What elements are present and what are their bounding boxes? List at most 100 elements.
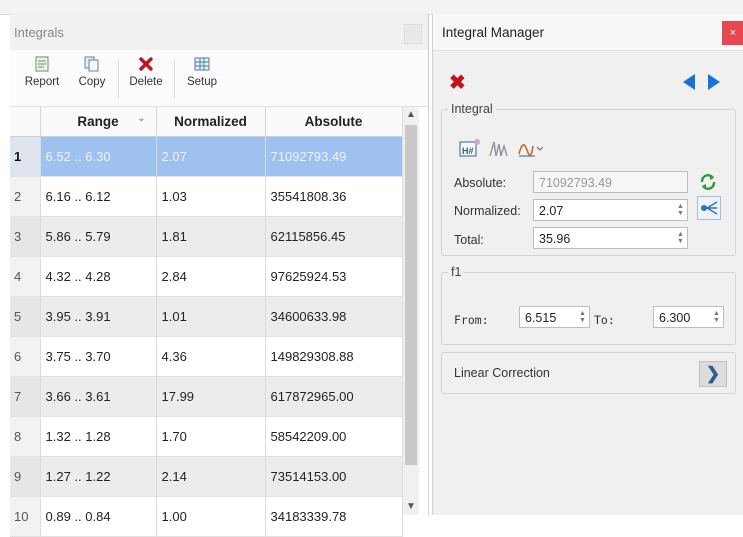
absolute-cell[interactable]: 71092793.49 [265, 136, 403, 177]
chevron-right-icon[interactable]: ❯ [699, 361, 727, 387]
normalized-column-header[interactable]: Normalized [156, 107, 266, 137]
row-index: 2 [10, 176, 41, 217]
absolute-cell[interactable]: 58542209.00 [265, 416, 403, 457]
normalized-cell[interactable]: 2.07 [156, 136, 266, 177]
row-index: 8 [10, 416, 41, 457]
table-row[interactable]: 9 1.27 .. 1.22 2.14 73514153.00 [10, 456, 403, 497]
from-label: From: [454, 313, 489, 327]
absolute-cell[interactable]: 97625924.53 [265, 256, 403, 297]
toolbar-divider [174, 60, 175, 98]
manager-title: Integral Manager [442, 25, 545, 40]
table-row[interactable]: 3 5.86 .. 5.79 1.81 62115856.45 [10, 216, 403, 257]
spinner-arrows-icon[interactable]: ▲ ▼ [712, 310, 721, 324]
table-row[interactable]: 8 1.32 .. 1.28 1.70 58542209.00 [10, 416, 403, 457]
table-row[interactable]: 5 3.95 .. 3.91 1.01 34600633.98 [10, 296, 403, 337]
normalized-cell[interactable]: 1.81 [156, 216, 266, 257]
normalized-cell[interactable]: 17.99 [156, 376, 266, 417]
delete-integral-icon[interactable]: ✖ [449, 70, 466, 95]
previous-integral-icon[interactable] [683, 74, 695, 90]
manager-close-button[interactable]: × [722, 21, 743, 45]
normalized-cell[interactable]: 1.00 [156, 496, 266, 537]
normalized-cell[interactable]: 2.14 [156, 456, 266, 497]
integrals-panel: Integrals Report Copy Delete Setup Range… [10, 14, 429, 537]
table-row[interactable]: 10 0.89 .. 0.84 1.00 34183339.78 [10, 496, 403, 537]
range-cell[interactable]: 1.32 .. 1.28 [40, 416, 157, 457]
total-field[interactable]: 35.96 ▲ ▼ [533, 227, 688, 249]
integral-peaks-icon[interactable] [488, 138, 510, 158]
report-button[interactable]: Report [20, 56, 64, 88]
range-cell[interactable]: 1.27 .. 1.22 [40, 456, 157, 497]
pick-icon[interactable] [697, 196, 721, 220]
spinner-arrows-icon[interactable]: ▲ ▼ [578, 310, 587, 324]
table-scrollbar[interactable]: ▲ ▼ [402, 107, 419, 515]
to-value: 6.300 [659, 311, 691, 325]
normalized-cell[interactable]: 2.84 [156, 256, 266, 297]
integrals-close-button[interactable] [404, 24, 422, 44]
svg-text:H#: H# [462, 146, 474, 156]
spinner-arrows-icon[interactable]: ▲ ▼ [676, 203, 685, 217]
scroll-up-icon[interactable]: ▲ [403, 107, 419, 123]
row-index: 10 [10, 496, 41, 537]
absolute-cell[interactable]: 73514153.00 [265, 456, 403, 497]
copy-button[interactable]: Copy [72, 56, 112, 88]
table-row[interactable]: 6 3.75 .. 3.70 4.36 149829308.88 [10, 336, 403, 377]
setup-button[interactable]: Setup [182, 56, 222, 88]
normalized-cell[interactable]: 1.03 [156, 176, 266, 217]
delete-icon [139, 57, 153, 71]
integral-manager-panel: Integral Manager × ✖ Integral H# Absolut… [432, 14, 743, 515]
absolute-cell[interactable]: 35541808.36 [265, 176, 403, 217]
integral-group-legend: Integral [451, 102, 493, 116]
integral-curve-icon[interactable] [517, 136, 543, 158]
range-cell[interactable]: 6.52 .. 6.30 [40, 136, 157, 177]
sort-chevron-icon[interactable]: ⌄ [137, 113, 145, 124]
row-index: 1 [10, 136, 41, 177]
absolute-field[interactable]: 71092793.49 [533, 171, 688, 193]
range-cell[interactable]: 3.66 .. 3.61 [40, 376, 157, 417]
row-index: 7 [10, 376, 41, 417]
range-cell[interactable]: 3.95 .. 3.91 [40, 296, 157, 337]
scroll-down-icon[interactable]: ▼ [403, 499, 419, 515]
range-cell[interactable]: 3.75 .. 3.70 [40, 336, 157, 377]
from-value: 6.515 [525, 311, 557, 325]
normalized-cell[interactable]: 4.36 [156, 336, 266, 377]
from-field[interactable]: 6.515 ▲ ▼ [519, 306, 590, 328]
delete-button[interactable]: Delete [124, 56, 168, 88]
row-index: 6 [10, 336, 41, 377]
range-column-header[interactable]: Range ⌄ [40, 107, 157, 137]
normalized-field[interactable]: 2.07 ▲ ▼ [533, 199, 688, 221]
table-row[interactable]: 2 6.16 .. 6.12 1.03 35541808.36 [10, 176, 403, 217]
absolute-column-header[interactable]: Absolute [265, 107, 403, 137]
integrals-toolbar: Report Copy Delete Setup [10, 50, 428, 107]
table-row[interactable]: 7 3.66 .. 3.61 17.99 617872965.00 [10, 376, 403, 417]
to-label: To: [594, 313, 615, 327]
next-integral-icon[interactable] [708, 74, 720, 90]
range-cell[interactable]: 4.32 .. 4.28 [40, 256, 157, 297]
normalized-cell[interactable]: 1.70 [156, 416, 266, 457]
scroll-thumb[interactable] [405, 125, 417, 465]
setup-label: Setup [186, 76, 218, 88]
report-label: Report [24, 76, 60, 88]
f1-group-legend: f1 [451, 265, 462, 279]
range-cell[interactable]: 6.16 .. 6.12 [40, 176, 157, 217]
absolute-cell[interactable]: 62115856.45 [265, 216, 403, 257]
absolute-cell[interactable]: 149829308.88 [265, 336, 403, 377]
copy-label: Copy [78, 76, 106, 88]
normalized-value: 2.07 [539, 204, 564, 218]
normalized-label: Normalized: [454, 204, 521, 218]
toolbar-divider [118, 60, 119, 98]
absolute-cell[interactable]: 34183339.78 [265, 496, 403, 537]
table-row[interactable]: 1 6.52 .. 6.30 2.07 71092793.49 [10, 136, 403, 177]
absolute-cell[interactable]: 34600633.98 [265, 296, 403, 337]
range-cell[interactable]: 0.89 .. 0.84 [40, 496, 157, 537]
spinner-arrows-icon[interactable]: ▲ ▼ [676, 231, 685, 245]
range-cell[interactable]: 5.86 .. 5.79 [40, 216, 157, 257]
linear-correction-row[interactable]: Linear Correction ❯ [441, 352, 736, 394]
integral-table-icon[interactable]: H# [459, 138, 481, 158]
to-field[interactable]: 6.300 ▲ ▼ [653, 306, 724, 328]
table-row[interactable]: 4 4.32 .. 4.28 2.84 97625924.53 [10, 256, 403, 297]
setup-icon [194, 57, 210, 71]
linear-correction-label: Linear Correction [454, 366, 550, 380]
refresh-icon[interactable] [699, 173, 717, 191]
normalized-cell[interactable]: 1.01 [156, 296, 266, 337]
absolute-cell[interactable]: 617872965.00 [265, 376, 403, 417]
